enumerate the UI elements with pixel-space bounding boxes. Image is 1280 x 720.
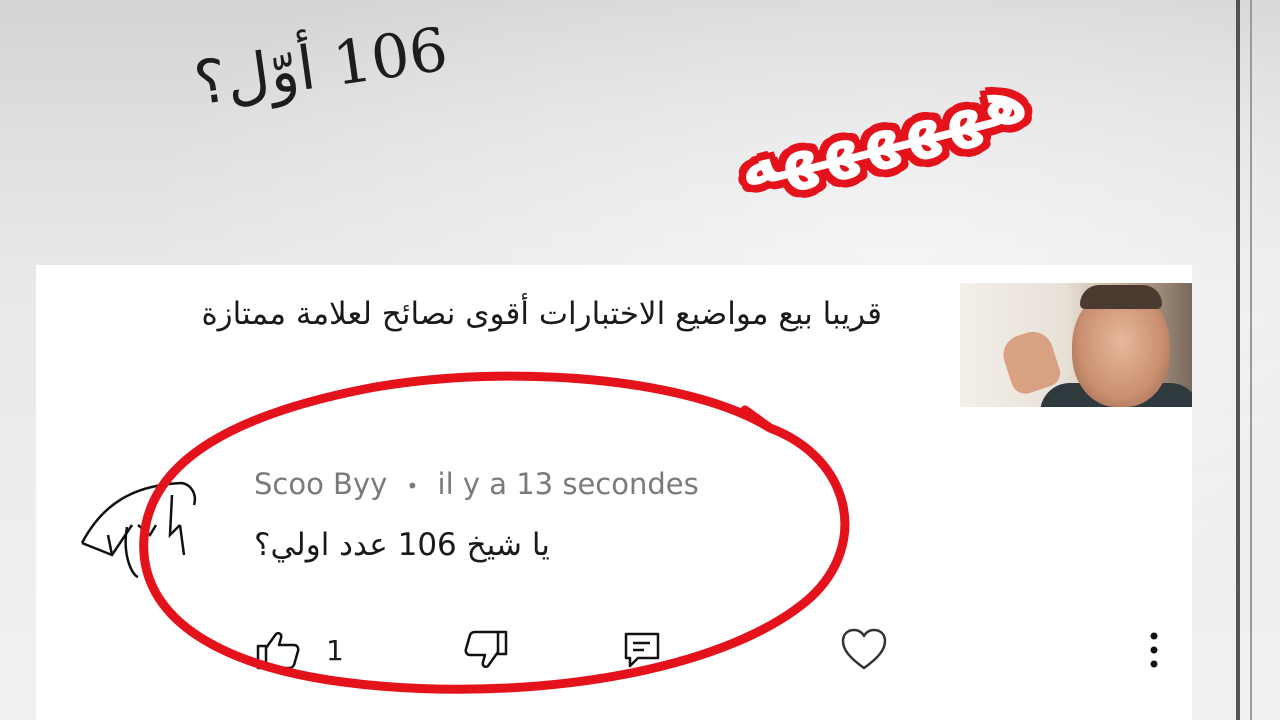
thumbs-up-icon — [256, 631, 300, 670]
like-button[interactable]: 1 — [254, 625, 344, 675]
comment-card: قريبا بيع مواضيع الاختبارات أقوى نصائح ل… — [36, 265, 1192, 720]
whiteboard-handwriting: 106 أوّل؟ — [170, 15, 650, 140]
post-text: قريبا بيع مواضيع الاختبارات أقوى نصائح ل… — [201, 296, 882, 332]
like-count: 1 — [326, 633, 344, 667]
handwritten-text: 106 أوّل؟ — [190, 14, 452, 120]
comment-timestamp: il y a 13 secondes — [437, 467, 699, 501]
reply-button[interactable] — [622, 625, 662, 675]
comment-body: يا شيخ 106 عدد اولي؟ — [254, 527, 550, 563]
whiteboard-edge — [1236, 0, 1240, 720]
more-options-button[interactable] — [1146, 625, 1162, 675]
dislike-button[interactable] — [462, 625, 510, 675]
video-thumbnail[interactable] — [960, 283, 1192, 407]
reply-icon — [624, 632, 660, 668]
heart-icon — [841, 628, 887, 670]
comment-author[interactable]: Scoo Byy — [254, 467, 387, 501]
heart-button[interactable] — [840, 625, 888, 675]
comment-meta: Scoo Byy • il y a 13 secondes — [254, 467, 699, 501]
thumbnail-hair — [1080, 285, 1162, 309]
whiteboard-edge-line — [1250, 0, 1252, 720]
comment-actions: 1 — [254, 625, 1174, 675]
meta-separator: • — [406, 474, 419, 498]
more-vertical-icon — [1150, 632, 1158, 668]
thumbs-down-icon — [464, 630, 508, 669]
avatar[interactable] — [72, 465, 202, 585]
